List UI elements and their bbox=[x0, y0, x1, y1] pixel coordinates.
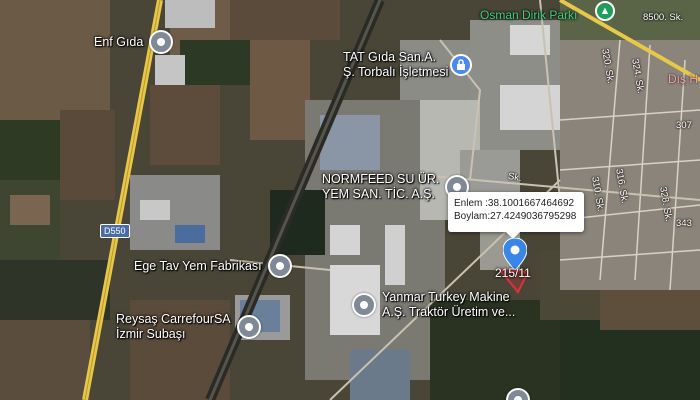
poi-label: Yanmar Turkey Makine A.Ş. Traktör Üretim … bbox=[382, 290, 516, 319]
parcel-label: 215/11 bbox=[495, 266, 531, 280]
place-pin-icon bbox=[506, 388, 530, 400]
poi-label: TAT Gıda San.A. Ş. Torbalı İşletmesi bbox=[343, 50, 449, 79]
coordinate-infobox[interactable]: Enlem :38.1001667464692 Boylam:27.424903… bbox=[448, 192, 584, 239]
tree-icon[interactable]: ▲ bbox=[595, 1, 615, 21]
poi-reysas[interactable]: Reysaş CarrefourSA İzmir Subaşı bbox=[116, 312, 261, 342]
place-pin-icon bbox=[149, 30, 174, 54]
satellite-map[interactable]: D550 Osman Dirik Parkı ▲ Dış H 8500. Sk.… bbox=[0, 0, 700, 400]
poi-partial[interactable] bbox=[506, 388, 530, 400]
poi-ege-tav[interactable]: Ege Tav Yem Fabrikası bbox=[134, 254, 292, 278]
place-pin-icon bbox=[267, 254, 292, 278]
road-shield-d550: D550 bbox=[100, 224, 130, 238]
poi-tat-gida[interactable]: TAT Gıda San.A. Ş. Torbalı İşletmesi bbox=[343, 50, 448, 80]
poi-yanmar[interactable]: Yanmar Turkey Makine A.Ş. Traktör Üretim … bbox=[352, 290, 515, 320]
lock-icon[interactable] bbox=[450, 54, 472, 76]
street-label: 8500. Sk. bbox=[643, 12, 684, 23]
partial-place-label: Dış H bbox=[668, 72, 698, 86]
street-label: 343 bbox=[676, 218, 692, 229]
street-label: 307 bbox=[676, 120, 692, 131]
poi-label: Reysaş CarrefourSA İzmir Subaşı bbox=[116, 312, 231, 341]
poi-enf-gida[interactable]: Enf Gıda bbox=[94, 30, 174, 54]
poi-label: Ege Tav Yem Fabrikası bbox=[134, 258, 262, 273]
park-label[interactable]: Osman Dirik Parkı bbox=[480, 8, 577, 22]
street-label: Sk. bbox=[507, 170, 523, 185]
place-pin-icon bbox=[236, 315, 261, 339]
latitude-row: Enlem :38.1001667464692 bbox=[454, 198, 575, 209]
poi-label: Enf Gıda bbox=[94, 34, 144, 49]
longitude-row: Boylam:27.4249036795298 bbox=[454, 211, 577, 222]
place-pin-icon bbox=[352, 293, 376, 317]
poi-label: NORMFEED SU ÜR. YEM SAN. TİC. A.Ş. bbox=[322, 172, 440, 201]
